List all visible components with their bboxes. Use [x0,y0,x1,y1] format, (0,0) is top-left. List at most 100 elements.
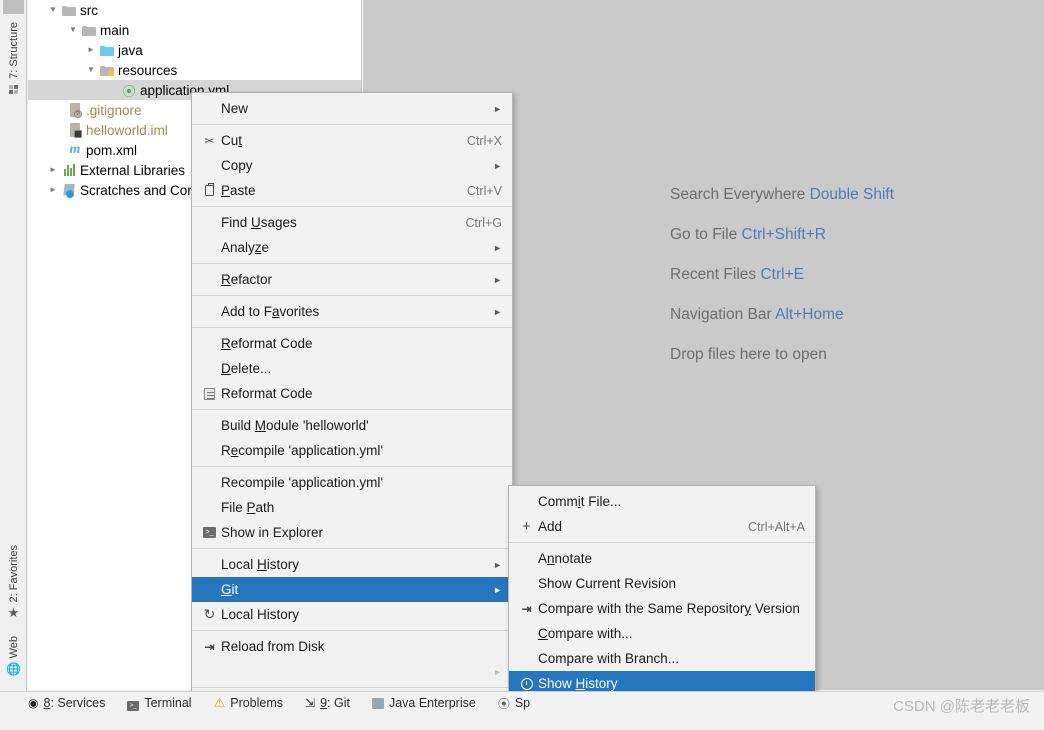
menu-item-label: Show in Explorer [221,525,324,540]
status-item-spring[interactable]: ⦿ Sp [498,695,544,712]
favorites-label: 2: Favorites [7,545,20,603]
chevron-down-icon[interactable]: ▼ [84,60,98,80]
submenu-arrow-icon: ► [493,559,502,570]
menu-item-build-module[interactable]: Build Module 'helloworld' [192,413,512,438]
menu-item-shortcut: Ctrl+G [465,215,502,230]
tree-node-label: .gitignore [86,102,142,118]
menu-item-label: Compare with... [538,626,633,641]
menu-separator [192,263,512,264]
hint-navigation-bar: Navigation Bar Alt+Home [670,295,894,335]
menu-item-compare-with-branch[interactable]: Compare with Branch... [509,646,815,671]
status-item-problems[interactable]: ⚠ Problems [214,695,297,711]
menu-item-cut[interactable]: ✂ Cut Ctrl+X [192,128,512,153]
hint-action: Navigation Bar [670,306,772,323]
menu-item-git[interactable]: Git ► [192,577,512,602]
web-label: Web [7,636,20,659]
menu-item-recompile[interactable]: Recompile 'application.yml' [192,438,512,463]
menu-item-file-path[interactable]: File Path [192,495,512,520]
submenu-arrow-icon: ► [493,584,502,595]
status-item-label: Terminal [144,696,192,710]
menu-item-open-in-terminal[interactable]: >_ Show in Explorer [192,520,512,545]
chevron-right-icon[interactable]: ► [84,40,98,60]
menu-item-add-to-favorites[interactable]: Add to Favorites ► [192,299,512,324]
watermark: CSDN @陈老老老板 [893,698,1030,715]
idea-window: 7: Structure 2: Favorites ★ Web 🌐 ▼ src … [0,0,1044,730]
status-item-label: Problems [230,696,284,710]
tree-node-label: helloworld.iml [86,122,168,138]
menu-item-label: Recompile 'application.yml' [221,475,383,490]
terminal-icon: >_ [200,527,219,538]
menu-item-commit-file[interactable]: Commit File... [509,489,815,514]
menu-item-compare-with[interactable]: ⇥ Reload from Disk [192,634,512,659]
menu-separator [192,124,512,125]
sidebar-item-web[interactable]: Web 🌐 [0,636,27,675]
menu-separator [192,466,512,467]
status-item-label: Java Enterprise [388,696,476,710]
submenu-arrow-icon: ► [493,103,502,114]
menu-item-compare-same-repo-version[interactable]: ⇥ Compare with the Same Repository Versi… [509,596,815,621]
hint-go-to-file: Go to File Ctrl+Shift+R [670,215,894,255]
tree-node-main[interactable]: ▼ main [28,20,361,40]
menu-item-new[interactable]: New ► [192,96,512,121]
tree-node-src[interactable]: ▼ src [28,0,361,20]
folder-icon [60,5,78,16]
chevron-down-icon[interactable]: ▼ [46,0,60,20]
menu-item-label: Compare with the Same Repository Version [538,601,800,616]
menu-item-label: Commit File... [538,494,622,509]
menu-separator [192,295,512,296]
menu-item-label: Add [538,519,563,534]
hint-action: Go to File [670,226,738,243]
menu-item-delete[interactable]: Delete... [192,356,512,381]
status-item-services[interactable]: ◉ 8: Services [28,696,119,710]
menu-item-label: Reload from Disk [221,639,325,654]
menu-item-show-in-explorer[interactable]: Recompile 'application.yml' [192,470,512,495]
menu-item-show-current-revision[interactable]: Show Current Revision [509,571,815,596]
hint-shortcut: Ctrl+Shift+R [741,226,826,243]
chevron-right-icon[interactable]: ► [46,160,60,180]
menu-item-shortcut: Ctrl+X [466,133,502,148]
menu-item-refactor[interactable]: Refactor ► [192,267,512,292]
terminal-icon: >_ [127,696,140,711]
chevron-right-icon[interactable]: ► [46,180,60,200]
status-item-java-enterprise[interactable]: Java Enterprise [371,696,490,710]
menu-item-label: Copy [221,158,253,173]
sidebar-item-favorites[interactable]: 2: Favorites ★ [0,545,27,619]
left-tool-rail: 7: Structure 2: Favorites ★ Web 🌐 [0,0,27,710]
menu-item-annotate[interactable]: Annotate [509,546,815,571]
status-item-terminal[interactable]: >_ Terminal [127,696,205,711]
menu-item-mark-as-plain-text[interactable]: Reformat Code [192,381,512,406]
file-context-menu[interactable]: New ► ✂ Cut Ctrl+X Copy ► Paste Ctrl+V F… [191,92,513,730]
hint-action: Search Everywhere [670,186,806,203]
clock-icon [517,677,536,690]
globe-icon: 🌐 [6,662,21,677]
tree-node-resources[interactable]: ▼ resources [28,60,361,80]
warning-icon: ⚠ [213,695,226,710]
menu-item-label: Git [221,582,239,597]
menu-item-paste[interactable]: Paste Ctrl+V [192,178,512,203]
tree-node-label: resources [118,62,178,78]
menu-item-label: Annotate [538,551,593,566]
sidebar-item-structure[interactable]: 7: Structure [0,22,27,94]
menu-item-compare-with[interactable]: Compare with... [509,621,815,646]
menu-item-label: Paste [221,183,256,198]
hint-action: Drop files here to open [670,346,827,363]
tree-node-label: java [118,42,143,58]
menu-item-label: Build Module 'helloworld' [221,418,369,433]
rail-top-swatch [3,0,24,14]
menu-item-reload-from-disk[interactable]: ↻ Local History [192,602,512,627]
status-item-label: 8: Services [43,696,106,710]
menu-item-label: Delete... [221,361,272,376]
menu-item-local-history[interactable]: Local History ► [192,552,512,577]
submenu-arrow-icon: ► [493,242,502,253]
menu-item-label: Recompile 'application.yml' [221,443,383,458]
menu-item-copy[interactable]: Copy ► [192,153,512,178]
menu-item-add[interactable]: + Add Ctrl+Alt+A [509,514,815,539]
tree-node-java[interactable]: ► java [28,40,361,60]
status-item-label: Sp [514,696,531,710]
menu-item-analyze[interactable]: Analyze ► [192,235,512,260]
status-item-git[interactable]: ⇲ 9: Git [305,696,364,710]
menu-item-find-usages[interactable]: Find Usages Ctrl+G [192,210,512,235]
menu-item-label: Analyze [221,240,270,255]
menu-item-reformat-code[interactable]: Reformat Code [192,331,512,356]
chevron-down-icon[interactable]: ▼ [66,20,80,40]
